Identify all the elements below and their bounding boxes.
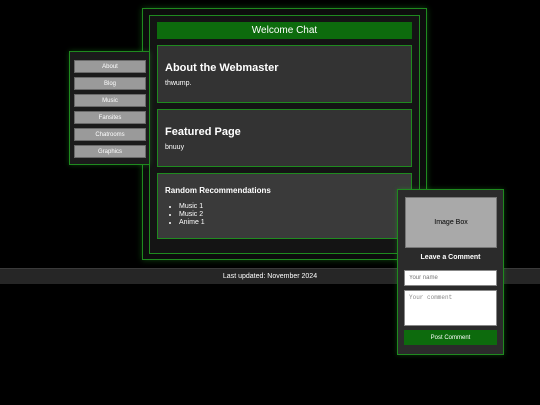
sidebar-nav: About Blog Music Fansites Chatrooms Grap… [69,51,150,165]
sidebar-item-chatrooms[interactable]: Chatrooms [74,128,146,141]
name-input[interactable] [404,270,497,286]
comment-textarea[interactable] [404,290,497,326]
featured-panel: Featured Page bnuuy [157,109,412,167]
featured-text: bnuuy [165,144,185,151]
about-panel: About the Webmaster thwump. [157,45,412,103]
image-placeholder: Image Box [405,197,497,248]
last-updated-text: Last updated: November 2024 [222,273,318,280]
sidebar-item-blog[interactable]: Blog [74,77,146,90]
recommendations-panel: Random Recommendations Music 1 Music 2 A… [157,173,412,239]
about-text: thwump. [165,80,192,87]
sidebar-item-music[interactable]: Music [74,94,146,107]
featured-title: Featured Page [165,126,241,138]
sidebar-item-graphics[interactable]: Graphics [74,145,146,158]
sidebar-item-about[interactable]: About [74,60,146,73]
about-title: About the Webmaster [165,62,279,74]
post-comment-button[interactable]: Post Comment [404,330,497,345]
list-item: Music 1 [179,203,205,211]
list-item: Music 2 [179,211,205,219]
comment-widget: Image Box Leave a Comment Post Comment [397,189,504,355]
comment-title: Leave a Comment [420,254,481,261]
list-item: Anime 1 [179,219,205,227]
recommendations-title: Random Recommendations [165,186,271,195]
sidebar-item-fansites[interactable]: Fansites [74,111,146,124]
recommendations-list: Music 1 Music 2 Anime 1 [164,203,205,227]
welcome-banner: Welcome Chat [157,22,412,39]
